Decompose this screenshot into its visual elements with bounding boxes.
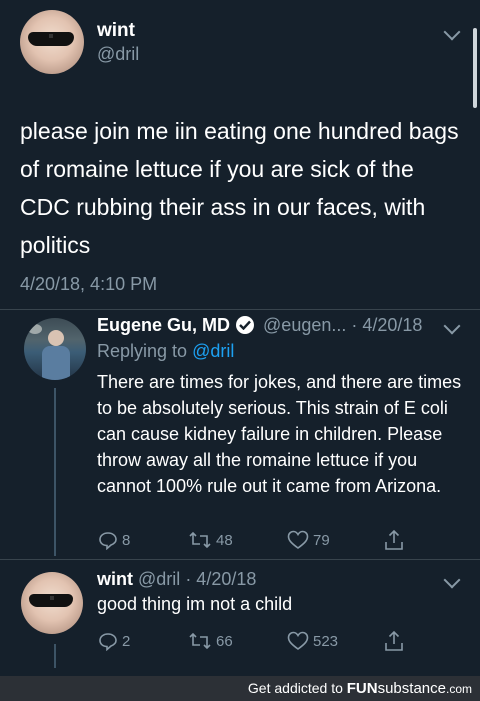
reply-text: good thing im not a child [97,594,293,614]
watermark-brand-left: FUN [346,680,378,697]
reply-header: wint @dril · 4/20/18 [97,569,256,590]
replying-to: Replying to @dril [97,341,234,362]
share-button[interactable] [384,529,404,556]
handle[interactable]: @dril [138,569,180,589]
watermark-bar: Get addicted to FUNsubstance.com [0,676,480,701]
watermark-domain: .com [445,682,472,696]
display-name[interactable]: Eugene Gu, MD [97,315,230,335]
avatar[interactable] [21,572,83,634]
handle[interactable]: @eugen... [263,315,346,335]
reply-count: 2 [122,632,131,650]
light-icon [28,324,42,334]
reply-date[interactable]: · 4/20/18 [351,315,422,335]
share-icon [385,529,403,550]
chevron-down-icon[interactable] [443,571,461,589]
heart-icon [287,530,309,549]
like-count: 79 [313,531,330,549]
like-count: 523 [313,632,339,650]
avatar[interactable] [24,318,86,380]
reply-button[interactable]: 2 [98,631,130,651]
retweet-count: 48 [216,531,233,549]
tweet-text: please join me iin eating one hundred ba… [20,118,459,258]
divider [0,559,480,560]
sunglasses-icon [29,594,73,607]
retweet-count: 66 [216,632,233,650]
watermark-brand-right: substance [377,680,446,697]
replying-to-label: Replying to [97,341,188,361]
retweet-button[interactable]: 48 [188,530,233,550]
display-name[interactable]: wint [97,569,133,589]
reply-date[interactable]: · 4/20/18 [185,569,256,589]
share-icon [385,630,403,651]
reply-text: There are times for jokes, and there are… [97,372,462,496]
person-icon [48,330,64,346]
replying-to-link[interactable]: @dril [192,341,234,361]
retweet-icon [189,632,211,650]
retweet-button[interactable]: 66 [188,631,233,651]
sunglasses-icon [28,32,74,46]
like-button[interactable]: 79 [287,530,330,550]
like-button[interactable]: 523 [287,631,338,651]
tweet-timestamp[interactable]: 4/20/18, 4:10 PM [20,274,157,295]
heart-icon [287,631,309,650]
retweet-icon [189,531,211,549]
verified-badge-icon [236,316,255,334]
reply-count: 8 [122,531,131,549]
handle[interactable]: @dril [97,44,139,65]
reply-button[interactable]: 8 [98,530,130,550]
divider [0,309,480,310]
chevron-down-icon[interactable] [443,23,461,41]
display-name[interactable]: wint [97,20,135,42]
reply-header: Eugene Gu, MD @eugen... · 4/20/18 [97,315,467,336]
watermark-prefix: Get addicted to [247,680,343,696]
thread-line [54,644,56,668]
scrollbar[interactable] [473,28,477,108]
watermark: Get addicted to FUNsubstance.com [248,680,472,697]
thread-line [54,388,56,556]
avatar[interactable] [20,10,84,74]
reply-icon [99,532,117,550]
person-body-icon [42,346,70,380]
share-button[interactable] [384,630,404,657]
reply-icon [99,633,117,651]
